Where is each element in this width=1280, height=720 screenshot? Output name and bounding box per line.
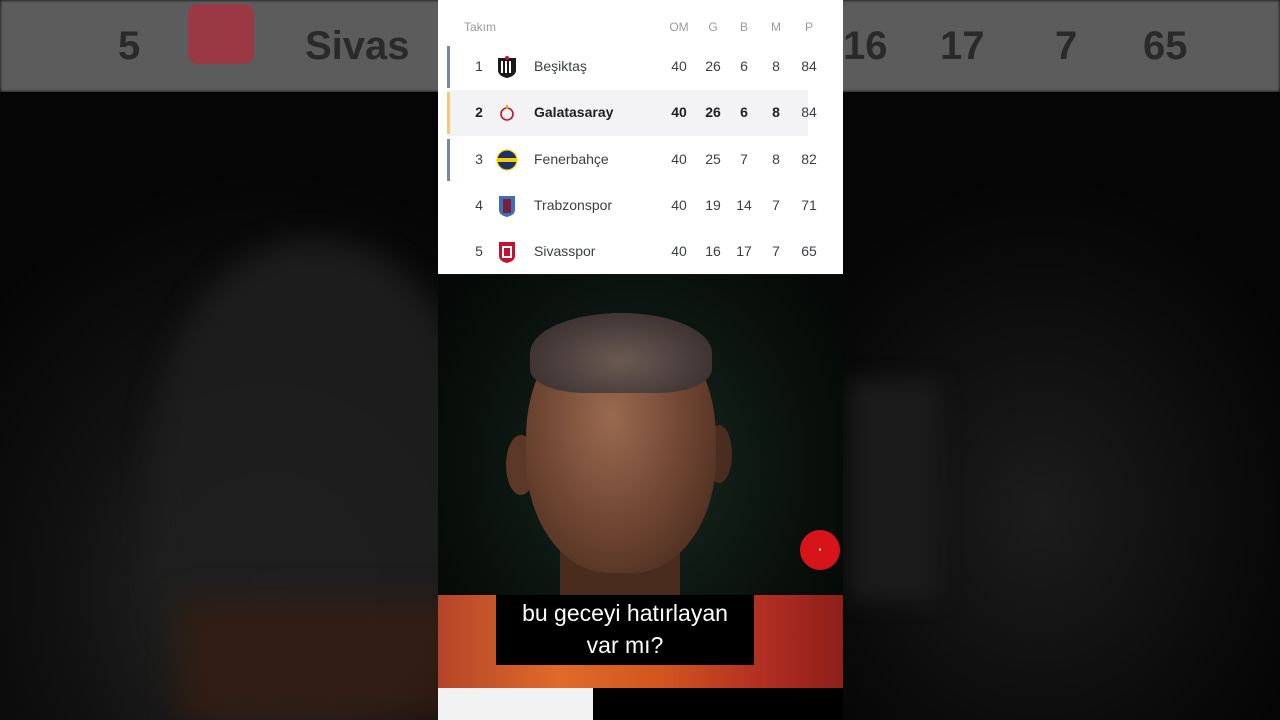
row-won: 16: [705, 243, 721, 259]
blurred-won: 17: [940, 23, 985, 68]
bottom-black-strip: [593, 688, 843, 720]
row-played: 40: [671, 243, 687, 259]
fenerbahce-crest-icon: [496, 149, 518, 171]
row-rank: 1: [475, 58, 483, 74]
row-won: 25: [705, 151, 721, 167]
row-lost: 7: [772, 197, 780, 213]
subtitle-caption: bu geceyi hatırlayan var mı?: [496, 595, 754, 665]
row-drawn: 17: [736, 243, 752, 259]
sivasspor-crest-icon: [499, 242, 515, 263]
row-lost: 8: [772, 58, 780, 74]
header-played: OM: [669, 20, 689, 34]
table-row[interactable]: 3 Fenerbahçe 40 25 7 8 82: [438, 137, 843, 183]
blurred-crest: [188, 4, 254, 64]
trabzonspor-crest-icon: [499, 196, 515, 217]
table-row[interactable]: 1 Beşiktaş 40 26 6 8 84: [438, 44, 843, 90]
header-team: Takım: [464, 20, 497, 34]
row-won: 26: [705, 104, 721, 120]
row-played: 40: [671, 58, 687, 74]
header-won: G: [708, 20, 718, 34]
blurred-played: 16: [843, 23, 888, 68]
league-standings-table: Takım OM G B M P 1 Beşiktaş 40 26 6 8 84…: [438, 0, 843, 274]
caption-line-1: bu geceyi hatırlayan: [522, 600, 728, 626]
table-header: Takım OM G B M P: [438, 16, 843, 38]
player-hair: [530, 313, 712, 393]
qualification-bar: [447, 92, 450, 134]
blurred-points: 65: [1143, 23, 1188, 68]
row-drawn: 6: [740, 58, 748, 74]
table-row[interactable]: 5 Sivasspor 40 16 17 7 65: [438, 229, 843, 275]
header-lost: M: [771, 20, 781, 34]
row-points: 71: [801, 197, 817, 213]
row-won: 26: [705, 58, 721, 74]
row-team[interactable]: Trabzonspor: [534, 197, 612, 213]
blurred-head-right: [850, 380, 940, 600]
row-drawn: 7: [740, 151, 748, 167]
blurred-rank: 5: [118, 23, 141, 68]
row-lost: 8: [772, 104, 780, 120]
row-won: 19: [705, 197, 721, 213]
row-rank: 2: [475, 104, 483, 120]
blurred-team: Sivas: [305, 23, 410, 68]
row-points: 84: [801, 58, 817, 74]
row-lost: 7: [772, 243, 780, 259]
row-team[interactable]: Sivasspor: [534, 243, 595, 259]
row-points: 82: [801, 151, 817, 167]
row-team[interactable]: Fenerbahçe: [534, 151, 609, 167]
row-team[interactable]: Beşiktaş: [534, 58, 587, 74]
row-rank: 5: [475, 243, 483, 259]
row-team[interactable]: Galatasaray: [534, 104, 613, 120]
blurred-drawn: 7: [1055, 23, 1078, 68]
galatasaray-crest-icon: [500, 105, 514, 121]
table-row[interactable]: 4 Trabzonspor 40 19 14 7 71: [438, 183, 843, 229]
besiktas-crest-icon: [498, 56, 516, 78]
row-played: 40: [671, 104, 687, 120]
qualification-bar: [447, 46, 450, 88]
row-played: 40: [671, 197, 687, 213]
row-drawn: 14: [736, 197, 752, 213]
qualification-bar: [447, 139, 450, 181]
blurred-jersey-left: [180, 600, 480, 720]
row-points: 65: [801, 243, 817, 259]
row-rank: 3: [475, 151, 483, 167]
row-played: 40: [671, 151, 687, 167]
row-lost: 8: [772, 151, 780, 167]
header-drawn: B: [739, 20, 748, 34]
row-rank: 4: [475, 197, 483, 213]
bottom-white-strip: [438, 688, 593, 720]
caption-line-2: var mı?: [586, 632, 664, 658]
row-drawn: 6: [740, 104, 748, 120]
table-row-highlighted[interactable]: 2 Galatasaray 40 26 6 8 84: [447, 90, 817, 136]
channel-watermark-icon: ●: [800, 530, 840, 570]
row-points: 84: [801, 104, 817, 120]
header-points: P: [804, 20, 813, 34]
